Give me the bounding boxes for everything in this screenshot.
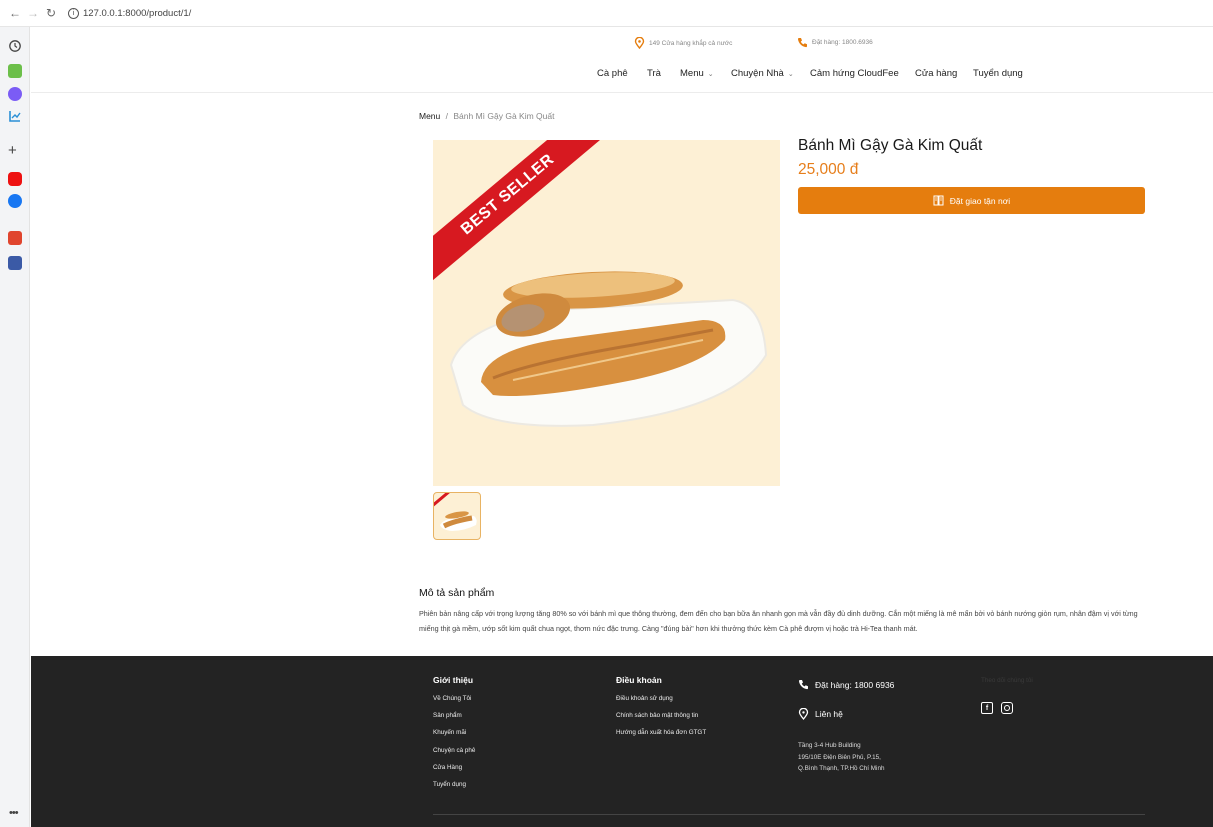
footer-terms: Điều khoản Điều khoản sử dụng Chính sách… bbox=[616, 675, 706, 747]
messenger-icon[interactable] bbox=[8, 87, 22, 101]
facebook-icon[interactable]: f bbox=[981, 702, 993, 714]
nav-label: Cửa hàng bbox=[915, 68, 958, 79]
nav-menu[interactable]: Menu ⌄ bbox=[680, 68, 714, 79]
footer-link-careers[interactable]: Tuyển dụng bbox=[433, 781, 475, 788]
product-price: 25,000 đ bbox=[798, 161, 859, 178]
address-line: Tầng 3-4 Hub Building bbox=[798, 742, 861, 749]
address-line: Q.Bình Thạnh, TP.Hồ Chí Minh bbox=[798, 765, 885, 772]
footer-link-products[interactable]: Sản phẩm bbox=[433, 712, 475, 719]
chart-icon[interactable] bbox=[8, 109, 22, 123]
main-nav: Cà phê Trà Menu ⌄ Chuyện Nhà ⌄ Cảm hứng Cl… bbox=[31, 64, 1213, 92]
chevron-down-icon: ⌄ bbox=[787, 71, 794, 78]
nav-tra[interactable]: Trà bbox=[647, 68, 661, 79]
order-delivery-button[interactable]: Đặt giao tận nơi bbox=[798, 187, 1145, 214]
description-title: Mô tả sản phẩm bbox=[419, 587, 495, 599]
chevron-down-icon: ⌄ bbox=[707, 71, 714, 78]
footer-intro-title: Giới thiệu bbox=[433, 675, 474, 685]
site-info-icon[interactable]: i bbox=[68, 7, 79, 19]
location-pin-icon bbox=[634, 37, 645, 49]
breadcrumb-separator: / bbox=[445, 111, 449, 121]
footer-phone[interactable]: Đặt hàng: 1800 6936 bbox=[798, 679, 894, 690]
facebook-icon[interactable] bbox=[8, 194, 22, 208]
add-icon[interactable]: + bbox=[8, 143, 17, 158]
nav-ca-phe[interactable]: Cà phê bbox=[597, 68, 628, 79]
footer-divider bbox=[433, 814, 1145, 815]
delivery-icon bbox=[933, 195, 944, 206]
page: 149 Cửa hàng khắp cả nước Đặt hàng: 1800… bbox=[31, 28, 1213, 827]
nav-label: Menu bbox=[680, 68, 704, 79]
url-text: 127.0.0.1:8000/product/1/ bbox=[83, 7, 192, 19]
address-line: 195/10E Điện Biên Phủ, P.15, bbox=[798, 753, 881, 761]
header-divider bbox=[31, 92, 1213, 93]
order-delivery-label: Đặt giao tận nơi bbox=[949, 195, 1011, 206]
profile-icon[interactable] bbox=[8, 256, 22, 270]
footer-terms-title: Điều khoản bbox=[616, 675, 662, 685]
top-info-bar: 149 Cửa hàng khắp cả nước Đặt hàng: 1800… bbox=[31, 28, 1213, 54]
youtube-icon[interactable] bbox=[8, 172, 22, 186]
breadcrumb-root[interactable]: Menu bbox=[419, 111, 440, 121]
ai-icon[interactable] bbox=[8, 64, 22, 78]
footer-contact: Đặt hàng: 1800 6936 Liên hệ bbox=[798, 679, 894, 720]
footer-phone-label: Đặt hàng: 1800 6936 bbox=[815, 679, 895, 690]
footer-link-privacy[interactable]: Chính sách bảo mật thông tin bbox=[616, 712, 706, 719]
social-links: f bbox=[981, 702, 1013, 714]
history-icon[interactable] bbox=[8, 39, 22, 53]
browser-sidebar: + ••• bbox=[0, 27, 30, 827]
phone-icon bbox=[798, 680, 808, 690]
nav-label: Tuyển dụng bbox=[973, 68, 1023, 79]
footer-link-promotions[interactable]: Khuyến mãi bbox=[433, 729, 475, 736]
back-icon[interactable]: ← bbox=[6, 6, 24, 20]
footer-follow-title: Theo dõi chúng tôi bbox=[981, 677, 1033, 684]
footer-link-terms-of-use[interactable]: Điều khoản sử dụng bbox=[616, 695, 706, 702]
description-text: Phiên bản nâng cấp với trọng lượng tăng … bbox=[419, 609, 1138, 633]
hotline-label: Đặt hàng: 1800.6936 bbox=[812, 39, 873, 46]
footer-contact-label: Liên hệ bbox=[815, 709, 843, 719]
forward-icon[interactable]: → bbox=[24, 6, 42, 20]
footer-link-about[interactable]: Về Chúng Tôi bbox=[433, 695, 475, 702]
footer-contact-link[interactable]: Liên hệ bbox=[798, 708, 894, 720]
phone-icon bbox=[797, 38, 807, 48]
breadcrumb-current: Bánh Mì Gậy Gà Kim Quất bbox=[453, 111, 555, 121]
location-pin-icon bbox=[798, 708, 809, 720]
product-name: Bánh Mì Gậy Gà Kim Quất bbox=[798, 137, 983, 154]
footer-link-invoice-guide[interactable]: Hướng dẫn xuất hóa đơn GTGT bbox=[616, 729, 706, 736]
footer: Giới thiệu Về Chúng Tôi Sản phẩm Khuyến … bbox=[31, 656, 1213, 827]
nav-cua-hang[interactable]: Cửa hàng bbox=[915, 68, 957, 79]
footer-address: Tầng 3-4 Hub Building 195/10E Điện Biên … bbox=[798, 740, 884, 775]
instagram-icon[interactable] bbox=[1001, 702, 1013, 714]
nav-label: Chuyện Nhà bbox=[731, 68, 784, 79]
footer-link-stores[interactable]: Cửa Hàng bbox=[433, 764, 475, 771]
store-count[interactable]: 149 Cửa hàng khắp cả nước bbox=[634, 37, 732, 49]
nav-label: Trà bbox=[647, 68, 661, 79]
nav-tuyen-dung[interactable]: Tuyển dụng bbox=[973, 68, 1023, 79]
nav-label: Cảm hứng CloudFee bbox=[810, 68, 899, 79]
thumbnail-image[interactable] bbox=[433, 492, 481, 540]
address-bar[interactable]: i 127.0.0.1:8000/product/1/ bbox=[68, 7, 192, 19]
hotline[interactable]: Đặt hàng: 1800.6936 bbox=[797, 37, 873, 48]
product-image: BEST SELLER bbox=[433, 140, 780, 486]
breadcrumb: Menu / Bánh Mì Gậy Gà Kim Quất bbox=[419, 111, 555, 121]
app-icon[interactable] bbox=[8, 231, 22, 245]
store-count-label: 149 Cửa hàng khắp cả nước bbox=[649, 39, 733, 47]
nav-chuyen-nha[interactable]: Chuyện Nhà ⌄ bbox=[731, 68, 794, 79]
more-icon[interactable]: ••• bbox=[9, 807, 19, 819]
footer-intro: Giới thiệu Về Chúng Tôi Sản phẩm Khuyến … bbox=[433, 675, 475, 798]
footer-link-coffee-stories[interactable]: Chuyện cà phê bbox=[433, 747, 475, 754]
browser-toolbar: ← → ↻ i 127.0.0.1:8000/product/1/ bbox=[0, 0, 1213, 27]
nav-cam-hung[interactable]: Cảm hứng CloudFee bbox=[810, 68, 899, 79]
nav-label: Cà phê bbox=[597, 68, 628, 79]
reload-icon[interactable]: ↻ bbox=[42, 6, 60, 20]
